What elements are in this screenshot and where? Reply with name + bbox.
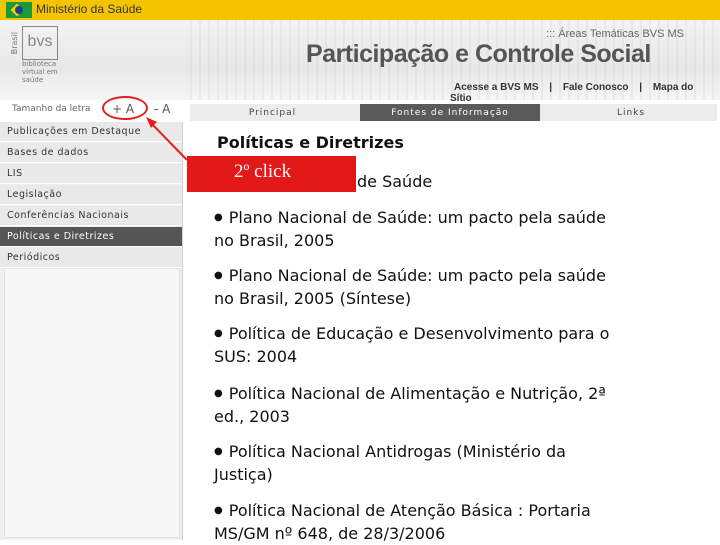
site-title: Participação e Controle Social (306, 40, 651, 68)
link-access-bvs[interactable]: Acesse a BVS MS (454, 82, 539, 93)
font-decrease-button[interactable]: - A (154, 102, 170, 116)
gov-bar: Ministério da Saúde (0, 0, 720, 20)
top-links: Acesse a BVS MS | Fale Conosco | Mapa do… (450, 82, 720, 104)
link-separator: | (639, 82, 643, 93)
sidebar: Publicações em Destaque Bases de dados L… (0, 122, 183, 540)
document-line1: Política Nacional de Atenção Básica : Po… (228, 501, 591, 520)
bullet-icon: ● (214, 212, 223, 223)
document-link[interactable]: ● Política Nacional de Alimentação e Nutr… (214, 382, 654, 428)
gov-title[interactable]: Ministério da Saúde (36, 2, 142, 16)
document-line1: Política de Educação e Desenvolvimento p… (228, 324, 610, 343)
logo-country: Brasil (10, 32, 19, 55)
document-line2: SUS: 2004 (214, 347, 298, 366)
document-line2: no Brasil, 2005 (214, 231, 335, 250)
section-subtitle: de Saúde (357, 172, 433, 191)
link-contact[interactable]: Fale Conosco (563, 82, 629, 93)
document-line1: Plano Nacional de Saúde: um pacto pela s… (228, 208, 606, 227)
document-line2: no Brasil, 2005 (Síntese) (214, 289, 412, 308)
page-title: Políticas e Diretrizes (217, 133, 404, 152)
sidebar-empty-panel (4, 268, 180, 538)
sidebar-item-publicacoes[interactable]: Publicações em Destaque (0, 122, 182, 142)
site-banner: Brasil bvs biblioteca virtual em saúde :… (0, 20, 720, 104)
document-line1: Política Nacional Antidrogas (Ministério… (228, 442, 566, 461)
document-link[interactable]: ● Política Nacional Antidrogas (Ministéri… (214, 440, 654, 486)
document-line2: MS/GM nº 648, de 28/3/2006 (214, 524, 446, 543)
document-line1: Política Nacional de Alimentação e Nutri… (228, 384, 606, 403)
document-link[interactable]: ● Política de Educação e Desenvolvimento … (214, 322, 654, 368)
logo-subtitle: biblioteca virtual em saúde (22, 60, 61, 84)
bullet-icon: ● (214, 505, 223, 516)
document-link[interactable]: ● Plano Nacional de Saúde: um pacto pela … (214, 206, 654, 252)
sidebar-item-legislacao[interactable]: Legislação (0, 185, 182, 205)
bullet-icon: ● (214, 446, 223, 457)
document-line1: Plano Nacional de Saúde: um pacto pela s… (228, 266, 606, 285)
highlight-circle-annotation (102, 96, 148, 120)
link-separator: | (549, 82, 553, 93)
click-annotation-text: 2º click (234, 161, 292, 182)
logo-subtitle-line1: biblioteca (22, 60, 57, 68)
sidebar-item-periodicos[interactable]: Periódicos (0, 248, 182, 268)
logo-subtitle-line2: virtual em saúde (22, 68, 58, 84)
sidebar-item-conferencias[interactable]: Conferências Nacionais (0, 206, 182, 226)
document-link[interactable]: ● Política Nacional de Atenção Básica : P… (214, 499, 654, 545)
bullet-icon: ● (214, 328, 223, 339)
sidebar-item-lis[interactable]: LIS (0, 164, 182, 184)
document-link[interactable]: ● Plano Nacional de Saúde: um pacto pela … (214, 264, 654, 310)
tab-bar: Principal Fontes de Informação Links (190, 104, 717, 121)
logo-mark: bvs (22, 26, 58, 60)
bullet-icon: ● (214, 270, 223, 281)
brazil-flag-icon (6, 2, 32, 18)
sidebar-item-bases-de-dados[interactable]: Bases de dados (0, 143, 182, 163)
tab-links[interactable]: Links (545, 104, 717, 121)
document-line2: Justiça) (214, 465, 273, 484)
thematic-areas-link[interactable]: ::: Áreas Temáticas BVS MS (546, 28, 684, 40)
tab-principal[interactable]: Principal (190, 104, 355, 121)
font-size-label: Tamanho da letra (12, 104, 91, 114)
click-annotation-box: 2º click (187, 156, 356, 192)
bullet-icon: ● (214, 388, 223, 399)
document-line2: ed., 2003 (214, 407, 290, 426)
tab-fontes-de-informacao[interactable]: Fontes de Informação (360, 104, 540, 121)
sidebar-item-politicas[interactable]: Políticas e Diretrizes (0, 227, 182, 247)
bvs-logo[interactable]: Brasil bvs biblioteca virtual em saúde (6, 24, 61, 84)
font-size-bar: Tamanho da letra + A - A (0, 100, 187, 120)
